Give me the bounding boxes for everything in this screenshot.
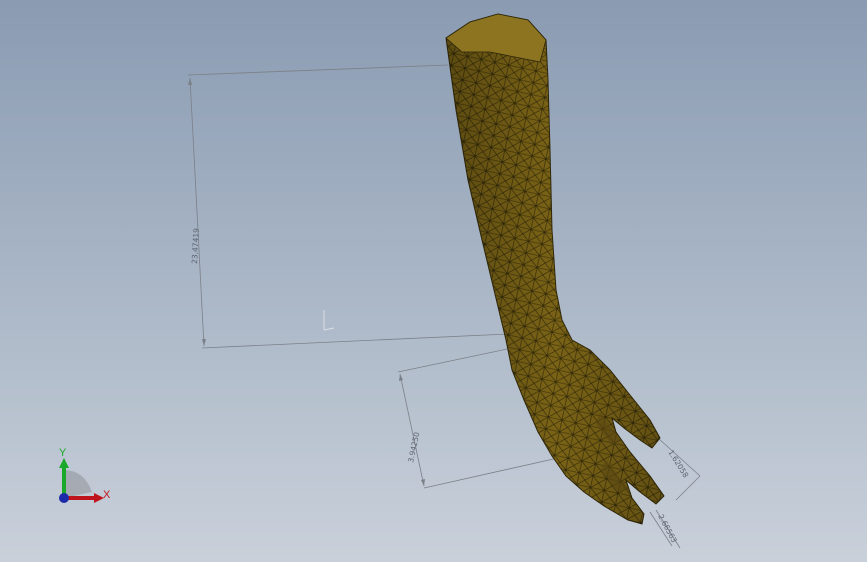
dimension-value-forearm: 23.47419 (190, 228, 201, 264)
orientation-triad[interactable]: Y X (59, 447, 111, 503)
triad-plane-icon (64, 470, 92, 498)
origin-marker-icon (323, 310, 335, 331)
axis-x-label: X (103, 489, 111, 501)
dimension-value-palm: 3.94250 (406, 431, 421, 463)
arm-mesh-model[interactable] (445, 13, 665, 525)
axis-y-label: Y (59, 447, 67, 459)
dimension-finger-offset[interactable]: 2.66563 (649, 509, 681, 549)
axis-z-icon (59, 493, 69, 503)
3d-viewport[interactable]: 23.47419 3.94250 1.62058 2.66563 Y X (0, 0, 867, 562)
dimension-finger-width[interactable]: 1.62058 (657, 437, 701, 501)
